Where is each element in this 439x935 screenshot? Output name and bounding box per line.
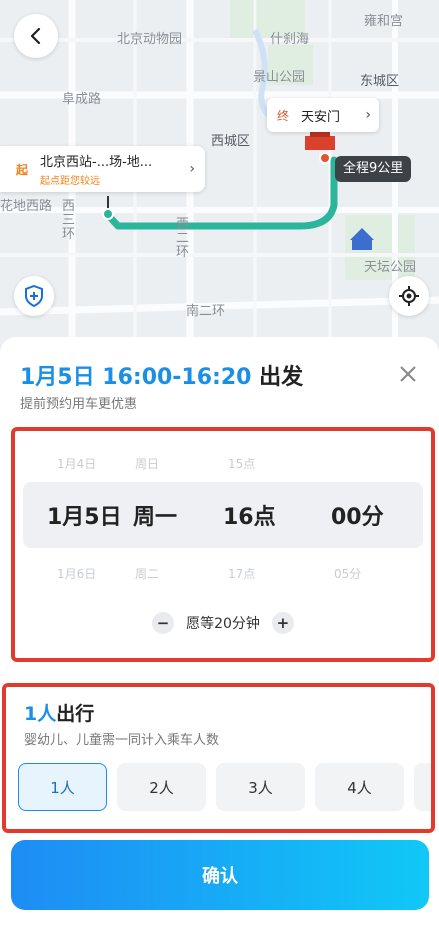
passenger-options: 1人 2人 3人 4人 [18, 763, 431, 811]
departure-time: 1月5日 16:00-16:20 [20, 365, 252, 390]
map-label-yonghegong: 雍和宫 [364, 14, 404, 29]
picker-current-hour[interactable]: 16点 [223, 499, 276, 531]
safety-button[interactable] [14, 276, 54, 316]
shield-icon [25, 285, 43, 307]
passenger-option-4[interactable]: 4人 [315, 763, 404, 811]
departure-suffix: 出发 [251, 365, 304, 390]
increase-wait-button[interactable]: + [271, 612, 294, 634]
time-picker[interactable]: 1月4日 周日 15点 1月5日 周一 16点 00分 1月6日 周二 17点 … [11, 427, 435, 662]
decrease-wait-button[interactable]: − [152, 612, 175, 634]
picker-next-hour[interactable]: 17点 [228, 565, 255, 582]
map-label-jingshan: 景山公园 [253, 70, 306, 85]
map-label-xicheng: 西城区 [211, 134, 251, 149]
picker-current-minute[interactable]: 00分 [331, 499, 384, 531]
back-button[interactable] [14, 14, 58, 58]
passenger-option-1[interactable]: 1人 [18, 763, 107, 811]
booking-sheet: 1月5日 16:00-16:20 出发 提前预约用车更优惠 1月4日 周日 15… [0, 337, 439, 935]
passenger-title: 1人出行 [24, 699, 94, 726]
picker-current-day: 周一 [133, 505, 178, 530]
passenger-section: 1人出行 婴幼儿、儿童需一同计入乘车人数 1人 2人 3人 4人 [2, 683, 435, 833]
passenger-option-3[interactable]: 3人 [216, 763, 305, 811]
end-point-card[interactable]: 终 天安门 › [267, 98, 379, 132]
map-label-dongcheng: 东城区 [360, 74, 400, 89]
map-label-huadixilu: 花地西路 [0, 199, 53, 214]
map-label-tiantan: 天坛公园 [364, 260, 417, 275]
close-icon [400, 366, 416, 382]
picker-next-day: 周二 [135, 566, 160, 581]
map-label-nanerhuan: 南二环 [186, 304, 226, 319]
picker-current-date[interactable]: 1月5日 [47, 499, 122, 531]
back-arrow-icon [30, 28, 41, 44]
picker-next-row[interactable]: 1月6日 周二 17点 05分 [15, 561, 431, 585]
picker-next-minute[interactable]: 05分 [334, 565, 361, 582]
picker-prev-day: 周日 [135, 456, 160, 471]
start-point-card[interactable]: 起 北京西站-...场-地... 起点距您较远 › [0, 146, 205, 192]
picker-prev-hour[interactable]: 15点 [228, 455, 255, 472]
map-label-xisanhuan: 西三环 [62, 199, 76, 242]
sheet-subtitle: 提前预约用车更优惠 [20, 397, 138, 412]
map-label-zoo: 北京动物园 [117, 32, 183, 47]
start-tag: 起 [16, 162, 29, 177]
wait-time-label: 愿等20分钟 [186, 616, 260, 632]
chevron-right-icon: › [189, 161, 195, 177]
map-label-xierhuan: 西二环 [176, 217, 190, 260]
picker-prev-row[interactable]: 1月4日 周日 15点 [15, 451, 431, 475]
map-label-fuchenglu: 阜成路 [62, 92, 102, 107]
confirm-button[interactable]: 确认 [11, 840, 429, 910]
picker-next-date[interactable]: 1月6日 [57, 565, 96, 582]
passenger-count: 1人 [24, 703, 57, 725]
passenger-option-more[interactable] [414, 763, 431, 811]
end-point-name: 天安门 [301, 109, 341, 125]
passenger-subtitle: 婴幼儿、儿童需一同计入乘车人数 [24, 733, 220, 748]
distance-badge: 全程9公里 [335, 156, 412, 182]
picker-prev-date[interactable]: 1月4日 [57, 455, 96, 472]
map-view[interactable]: 北京动物园 什刹海 雍和宫 景山公园 东城区 阜成路 西城区 花地西路 西三环 … [0, 0, 439, 360]
chevron-right-icon: › [365, 107, 371, 123]
picker-current-row[interactable]: 1月5日 周一 16点 00分 [15, 482, 431, 548]
passenger-title-suffix: 出行 [56, 703, 95, 725]
start-point-name: 北京西站-...场-地... [40, 155, 153, 170]
locate-icon [399, 286, 419, 306]
start-point-note: 起点距您较远 [40, 176, 101, 187]
end-tag: 终 [277, 108, 290, 123]
wait-time-stepper: − 愿等20分钟 + [15, 611, 431, 635]
passenger-option-2[interactable]: 2人 [117, 763, 206, 811]
map-label-shichahai: 什刹海 [270, 32, 310, 47]
close-button[interactable] [397, 363, 419, 385]
locate-button[interactable] [389, 276, 429, 316]
sheet-title: 1月5日 16:00-16:20 出发 [20, 359, 303, 391]
